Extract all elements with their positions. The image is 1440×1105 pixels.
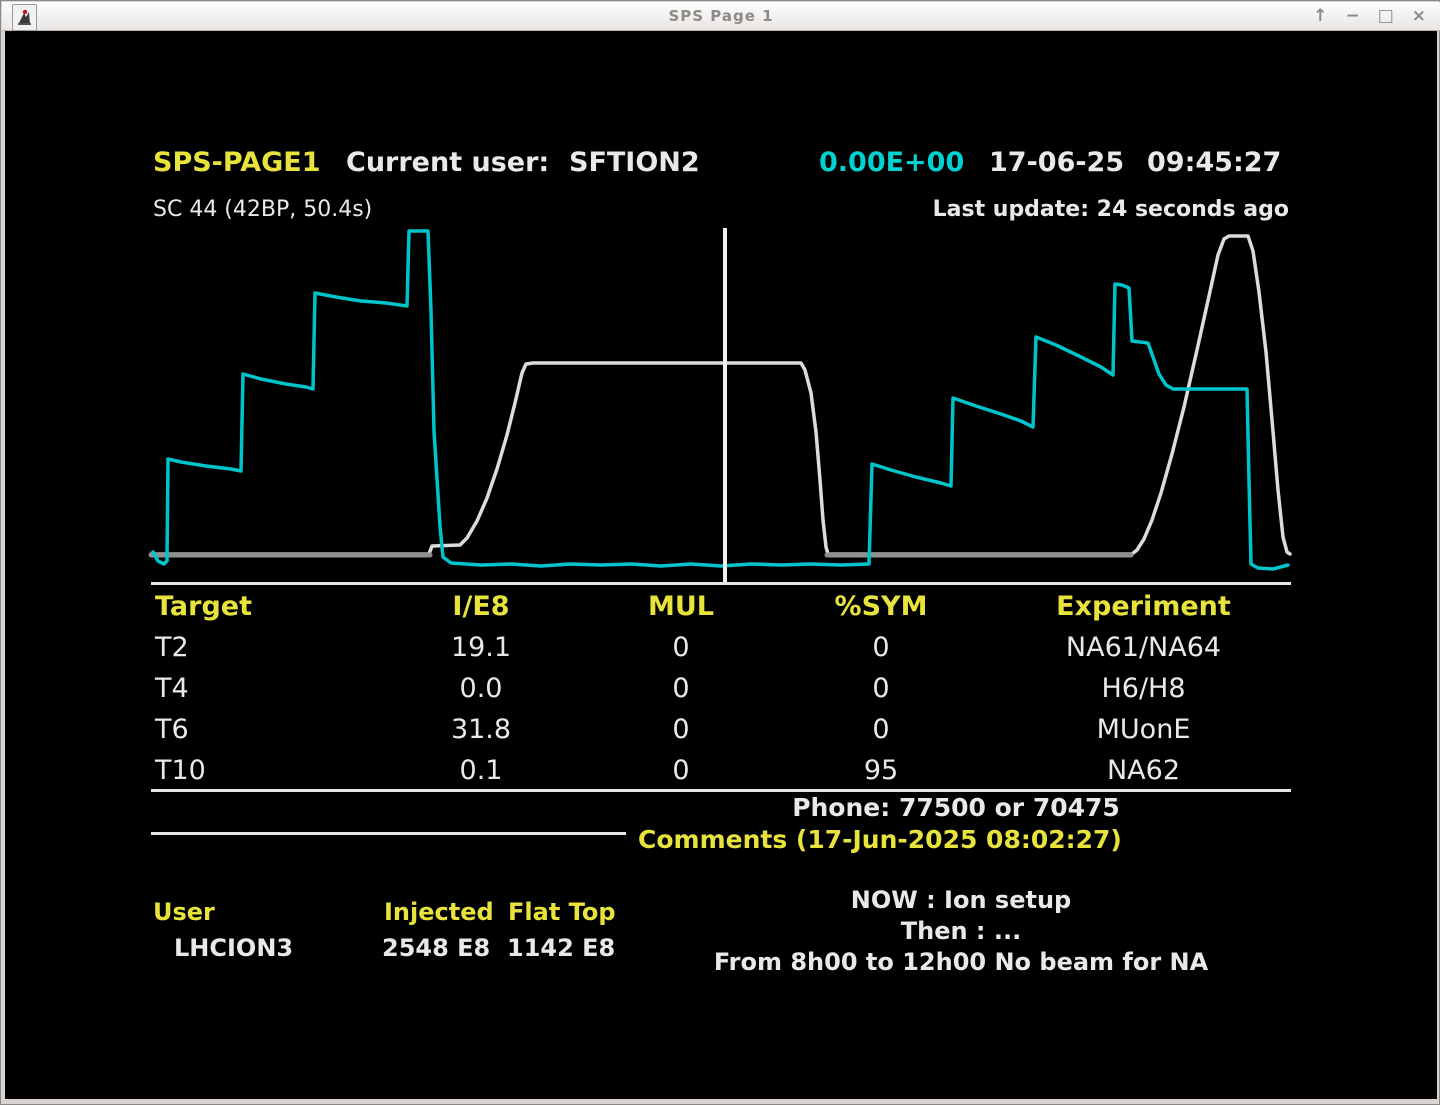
table-row: T2 19.1 0 0 NA61/NA64 xyxy=(151,627,1291,668)
user-value: LHCION3 xyxy=(174,934,293,962)
table-header-row: Target I/E8 MUL %SYM Experiment xyxy=(151,586,1291,627)
shade-icon[interactable]: ↑ xyxy=(1313,5,1327,27)
table-row: T4 0.0 0 0 H6/H8 xyxy=(151,668,1291,709)
cell-mul: 0 xyxy=(596,714,766,745)
separator-comments xyxy=(151,832,626,835)
timeline-cursor xyxy=(723,228,727,584)
last-update-label: Last update: 24 seconds ago xyxy=(851,197,1289,222)
energy-cycle-trace xyxy=(151,236,1290,554)
cell-ie8: 0.1 xyxy=(366,755,596,786)
cell-target: T10 xyxy=(151,755,366,786)
cell-target: T2 xyxy=(151,632,366,663)
targets-table: Target I/E8 MUL %SYM Experiment T2 19.1 … xyxy=(151,586,1291,791)
intensity-readout: 0.00E+00 xyxy=(819,147,964,178)
injected-label: Injected xyxy=(384,898,494,926)
cell-target: T6 xyxy=(151,714,366,745)
user-label: User xyxy=(153,898,215,926)
date-value: 17-06-25 xyxy=(989,147,1124,178)
comment-line-now: NOW : Ion setup xyxy=(661,885,1261,916)
beam-intensity-trace xyxy=(153,231,1288,569)
cell-experiment: MUonE xyxy=(996,714,1291,745)
minimize-icon[interactable]: − xyxy=(1345,5,1359,27)
cell-mul: 0 xyxy=(596,632,766,663)
app-window: SPS Page 1 ↑ − □ × SPS-PAGE1 Current use… xyxy=(0,0,1440,1105)
cell-sym: 0 xyxy=(766,632,996,663)
comments-heading: Comments (17-Jun-2025 08:02:27) xyxy=(638,825,1122,854)
cell-ie8: 0.0 xyxy=(366,673,596,704)
comment-line-schedule: From 8h00 to 12h00 No beam for NA xyxy=(661,947,1261,978)
window-controls: ↑ − □ × xyxy=(1313,5,1426,27)
flattop-label: Flat Top xyxy=(508,898,616,926)
cell-ie8: 19.1 xyxy=(366,632,596,663)
vistar-content: SPS-PAGE1 Current user: SFTION2 0.00E+00… xyxy=(5,31,1437,1099)
col-header-experiment: Experiment xyxy=(996,591,1291,622)
maximize-icon[interactable]: □ xyxy=(1378,5,1394,27)
cell-ie8: 31.8 xyxy=(366,714,596,745)
cell-target: T4 xyxy=(151,673,366,704)
col-header-ie8: I/E8 xyxy=(366,591,596,622)
injected-value: 2548 E8 xyxy=(382,934,490,962)
time-value: 09:45:27 xyxy=(1147,147,1281,178)
col-header-target: Target xyxy=(151,591,366,622)
table-row: T10 0.1 0 95 NA62 xyxy=(151,750,1291,791)
cell-mul: 0 xyxy=(596,755,766,786)
phone-label: Phone: 77500 or 70475 xyxy=(621,793,1291,822)
supercycle-label: SC 44 (42BP, 50.4s) xyxy=(153,197,372,222)
cell-experiment: H6/H8 xyxy=(996,673,1291,704)
col-header-mul: MUL xyxy=(596,591,766,622)
window-titlebar: SPS Page 1 ↑ − □ × xyxy=(2,2,1440,31)
flattop-value: 1142 E8 xyxy=(507,934,615,962)
page-title: SPS-PAGE1 xyxy=(153,147,320,178)
current-user-value: SFTION2 xyxy=(569,147,700,178)
cell-experiment: NA62 xyxy=(996,755,1291,786)
cell-sym: 95 xyxy=(766,755,996,786)
cell-sym: 0 xyxy=(766,714,996,745)
col-header-sym: %SYM xyxy=(766,591,996,622)
cell-experiment: NA61/NA64 xyxy=(996,632,1291,663)
cell-sym: 0 xyxy=(766,673,996,704)
separator-above-table xyxy=(151,582,1291,585)
table-row: T6 31.8 0 0 MUonE xyxy=(151,709,1291,750)
cell-mul: 0 xyxy=(596,673,766,704)
window-title: SPS Page 1 xyxy=(2,7,1440,25)
comments-block: NOW : Ion setup Then : ... From 8h00 to … xyxy=(661,885,1261,978)
comment-line-then: Then : ... xyxy=(661,916,1261,947)
current-user-label: Current user: xyxy=(346,147,549,178)
close-icon[interactable]: × xyxy=(1412,5,1426,27)
